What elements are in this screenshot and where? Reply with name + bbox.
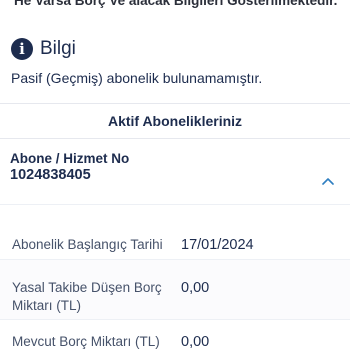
info-icon: i — [11, 38, 33, 60]
detail-value: 0,00 — [181, 334, 210, 350]
subscription-page: He Varsa Borç Ve alacak Bilgileri Göster… — [0, 0, 350, 350]
detail-row-legal-debt: Yasal Takibe Düşen Borç Miktarı (TL) 0,0… — [0, 259, 350, 319]
subscriber-label: Abone / Hizmet No — [10, 151, 130, 166]
detail-label: Mevcut Borç Miktarı (TL) — [12, 334, 160, 349]
subscription-card-header[interactable]: Abone / Hizmet No 1024838405 — [0, 139, 350, 204]
detail-value: 17/01/2024 — [181, 237, 254, 253]
chevron-up-icon[interactable] — [320, 174, 336, 188]
info-title: Bilgi — [40, 38, 76, 59]
detail-row-current-debt: Mevcut Borç Miktarı (TL) 0,00 — [0, 319, 350, 350]
active-subscriptions-header: Aktif Abonelikleriniz — [0, 103, 350, 139]
detail-row-start-date: Abonelik Başlangıç Tarihi 17/01/2024 — [0, 204, 350, 259]
info-header: i Bilgi — [11, 38, 76, 60]
detail-value: 0,00 — [181, 280, 210, 296]
detail-label: Abonelik Başlangıç Tarihi — [12, 237, 163, 252]
detail-label: Yasal Takibe Düşen Borç Miktarı (TL) — [12, 280, 162, 313]
top-notice-text: He Varsa Borç Ve alacak Bilgileri Göster… — [14, 0, 338, 8]
section-title: Aktif Abonelikleriniz — [107, 113, 243, 129]
subscriber-number: 1024838405 — [10, 167, 91, 183]
info-message: Pasif (Geçmiş) abonelik bulunamamıştır. — [11, 70, 263, 86]
